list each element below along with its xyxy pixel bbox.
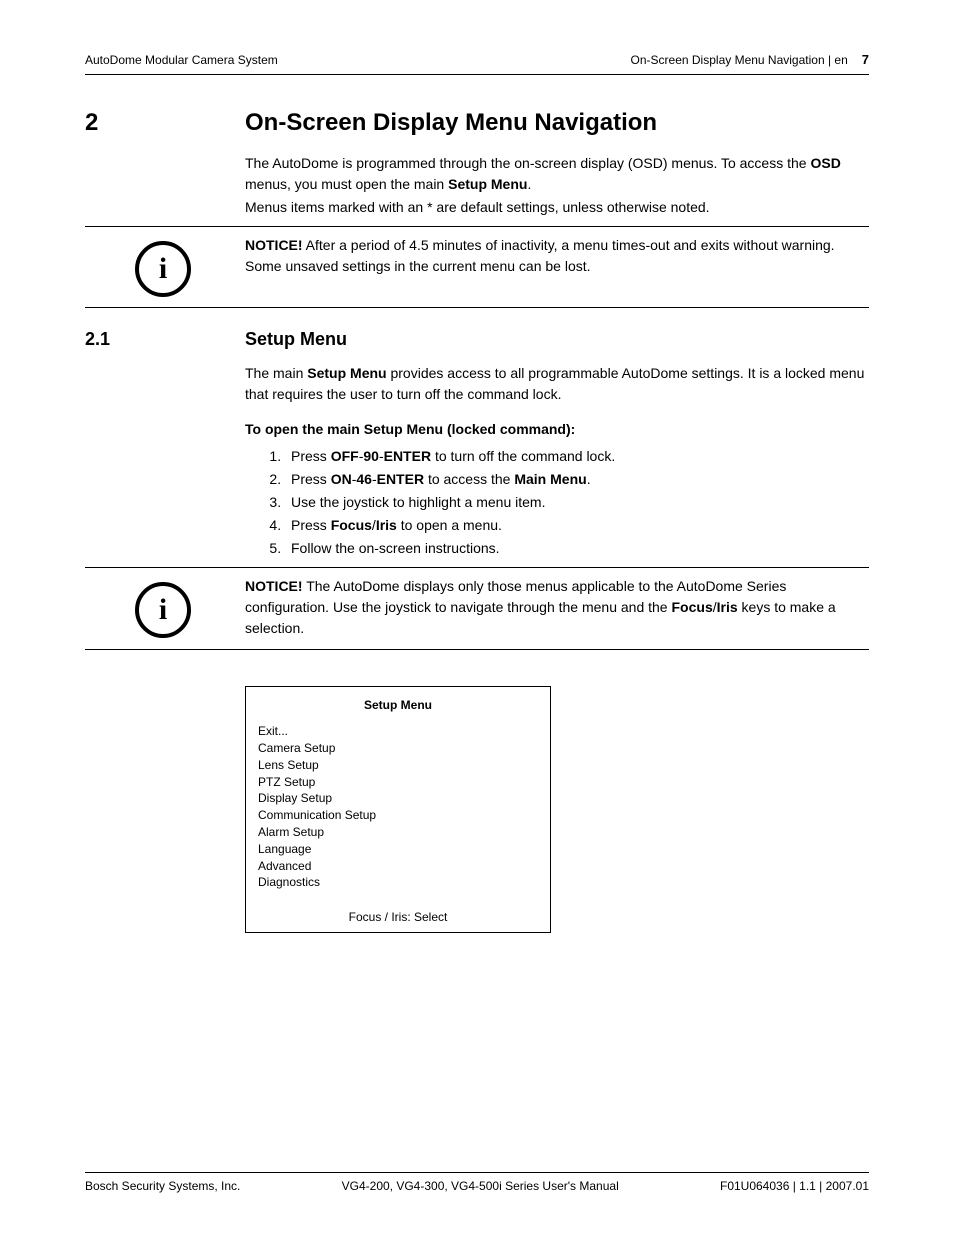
notice-label: NOTICE! — [245, 237, 303, 253]
menu-box-row: Setup Menu Exit... Camera Setup Lens Set… — [85, 668, 869, 934]
text: menus, you must open the main — [245, 176, 448, 192]
menu-item: Alarm Setup — [258, 824, 538, 841]
text: Press — [291, 471, 331, 487]
step-1: Press OFF-90-ENTER to turn off the comma… — [285, 446, 869, 467]
text-bold: OSD — [810, 155, 840, 171]
menu-box-footer: Focus / Iris: Select — [258, 909, 538, 926]
open-instructions-label: To open the main Setup Menu (locked comm… — [245, 419, 869, 440]
gutter: i — [85, 576, 245, 639]
menu-item: Lens Setup — [258, 757, 538, 774]
menu-item: Camera Setup — [258, 740, 538, 757]
chapter-number: 2 — [85, 109, 98, 136]
menu-item: Advanced — [258, 858, 538, 875]
footer-left: Bosch Security Systems, Inc. — [85, 1177, 240, 1195]
footer-right: F01U064036 | 1.1 | 2007.01 — [720, 1177, 869, 1195]
text-bold: 90 — [363, 448, 379, 464]
text-bold: Focus — [672, 599, 713, 615]
text-bold: Setup Menu — [307, 365, 386, 381]
notice-content: NOTICE! After a period of 4.5 minutes of… — [245, 235, 869, 297]
text: to access the — [424, 471, 514, 487]
section-number: 2.1 — [85, 329, 110, 349]
text: Press — [291, 448, 331, 464]
text-bold: ON — [331, 471, 352, 487]
notice-block-2: i NOTICE! The AutoDome displays only tho… — [85, 567, 869, 650]
section-para-1: The main Setup Menu provides access to a… — [245, 363, 869, 405]
text: The main — [245, 365, 307, 381]
footer-center: VG4-200, VG4-300, VG4-500i Series User's… — [342, 1177, 619, 1195]
menu-item: PTZ Setup — [258, 774, 538, 791]
text: to open a menu. — [397, 517, 502, 533]
chapter-heading-row: 2 On-Screen Display Menu Navigation The … — [85, 105, 869, 220]
header-left: AutoDome Modular Camera System — [85, 51, 278, 69]
menu-item: Communication Setup — [258, 807, 538, 824]
header-section: On-Screen Display Menu Navigation | en — [631, 51, 848, 69]
menu-box-wrap: Setup Menu Exit... Camera Setup Lens Set… — [245, 668, 869, 934]
gutter: 2.1 — [85, 326, 245, 353]
step-5: Follow the on-screen instructions. — [285, 538, 869, 559]
menu-item: Diagnostics — [258, 874, 538, 891]
menu-item: Display Setup — [258, 790, 538, 807]
header-right: On-Screen Display Menu Navigation | en 7 — [631, 50, 869, 70]
gutter: i — [85, 235, 245, 297]
page-header: AutoDome Modular Camera System On-Screen… — [85, 50, 869, 75]
intro-para-1: The AutoDome is programmed through the o… — [245, 153, 869, 195]
text-bold: Setup Menu — [448, 176, 527, 192]
text-bold: Focus — [331, 517, 372, 533]
text: . — [587, 471, 591, 487]
step-4: Press Focus/Iris to open a menu. — [285, 515, 869, 536]
info-icon: i — [135, 241, 191, 297]
notice-text: After a period of 4.5 minutes of inactiv… — [245, 237, 835, 274]
step-3: Use the joystick to highlight a menu ite… — [285, 492, 869, 513]
steps-list: Press OFF-90-ENTER to turn off the comma… — [245, 446, 869, 559]
section-21-row: 2.1 Setup Menu The main Setup Menu provi… — [85, 326, 869, 561]
section-content: Setup Menu The main Setup Menu provides … — [245, 326, 869, 561]
text-bold: Iris — [376, 517, 397, 533]
page-number: 7 — [862, 50, 869, 70]
intro-para-2: Menus items marked with an * are default… — [245, 197, 869, 218]
setup-menu-box: Setup Menu Exit... Camera Setup Lens Set… — [245, 686, 551, 934]
text-bold: 46 — [356, 471, 372, 487]
menu-box-title: Setup Menu — [258, 697, 538, 714]
notice-block-1: i NOTICE! After a period of 4.5 minutes … — [85, 226, 869, 308]
menu-item: Exit... — [258, 723, 538, 740]
page: AutoDome Modular Camera System On-Screen… — [0, 0, 954, 1235]
section-title: Setup Menu — [245, 326, 869, 353]
gutter: 2 — [85, 105, 245, 141]
notice-label: NOTICE! — [245, 578, 303, 594]
menu-item: Language — [258, 841, 538, 858]
step-2: Press ON-46-ENTER to access the Main Men… — [285, 469, 869, 490]
text: The AutoDome is programmed through the o… — [245, 155, 810, 171]
notice-content: NOTICE! The AutoDome displays only those… — [245, 576, 869, 639]
text: . — [527, 176, 531, 192]
info-icon: i — [135, 582, 191, 638]
chapter-title: On-Screen Display Menu Navigation — [245, 105, 869, 141]
text: to turn off the command lock. — [431, 448, 615, 464]
text-bold: Iris — [717, 599, 738, 615]
text-bold: ENTER — [377, 471, 424, 487]
page-footer: Bosch Security Systems, Inc. VG4-200, VG… — [85, 1172, 869, 1195]
chapter-content: On-Screen Display Menu Navigation The Au… — [245, 105, 869, 220]
text: Press — [291, 517, 331, 533]
text-bold: Main Menu — [514, 471, 586, 487]
text-bold: OFF — [331, 448, 359, 464]
text-bold: ENTER — [384, 448, 431, 464]
